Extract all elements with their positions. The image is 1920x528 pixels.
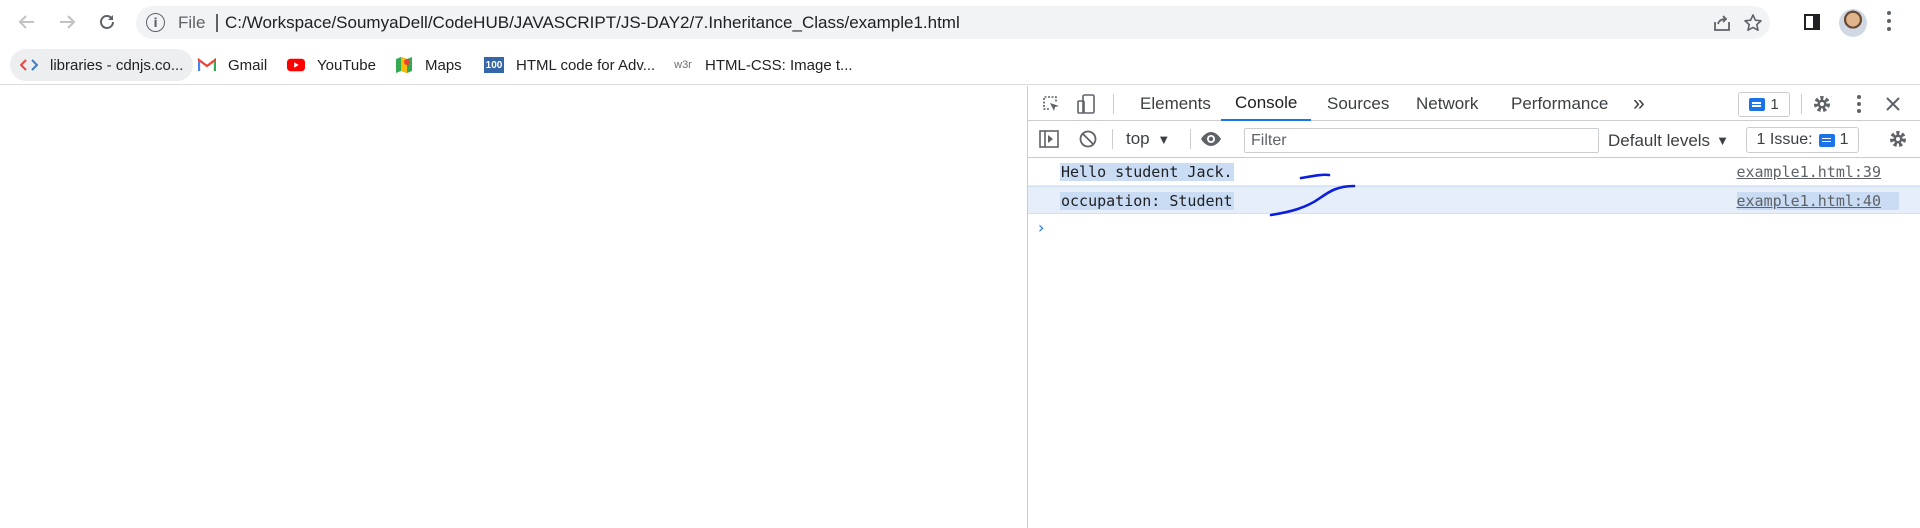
bookmark-gmail[interactable]: Gmail <box>188 49 277 81</box>
log-source-link[interactable]: example1.html:40 <box>1736 192 1899 210</box>
bookmark-label: HTML-CSS: Image t... <box>705 56 853 74</box>
star-icon[interactable] <box>1741 12 1765 34</box>
tab-sources[interactable]: Sources <box>1327 86 1389 121</box>
arrow-right-icon <box>60 15 76 29</box>
clear-console-icon[interactable] <box>1075 126 1101 152</box>
devtools-panel: Elements Console Sources Network Perform… <box>1027 86 1920 528</box>
issues-button[interactable]: 1 Issue: 1 <box>1746 127 1859 153</box>
bookmark-label: Gmail <box>228 56 268 74</box>
bookmark-html-css[interactable]: w3r HTML-CSS: Image t... <box>663 49 863 81</box>
url-text[interactable]: C:/Workspace/SoumyaDell/CodeHUB/JAVASCRI… <box>225 13 960 33</box>
reload-button[interactable] <box>93 8 121 36</box>
gear-icon[interactable] <box>1885 126 1911 152</box>
toolbar-divider <box>1190 129 1191 149</box>
side-panel-icon[interactable] <box>1799 9 1825 35</box>
issues-label: 1 Issue: <box>1756 131 1813 148</box>
reload-icon <box>100 15 114 29</box>
bookmark-html-code[interactable]: 100 HTML code for Adv... <box>474 49 665 81</box>
tab-network[interactable]: Network <box>1416 86 1478 121</box>
eye-icon[interactable] <box>1198 126 1224 152</box>
more-tabs-icon[interactable]: » <box>1633 86 1645 121</box>
filter-input[interactable] <box>1244 128 1599 153</box>
kebab-menu-icon[interactable] <box>1887 11 1891 33</box>
log-source-link[interactable]: example1.html:39 <box>1737 163 1882 181</box>
console-prompt[interactable]: › <box>1028 214 1920 242</box>
message-bubble-icon <box>1818 133 1835 147</box>
bookmark-cdnjs[interactable]: libraries - cdnjs.co... <box>10 49 194 81</box>
arrow-left-icon <box>18 15 34 29</box>
devtools-tab-bar: Elements Console Sources Network Perform… <box>1028 86 1920 121</box>
avatar[interactable] <box>1839 9 1867 37</box>
log-message: occupation: Student <box>1060 192 1234 210</box>
forward-button[interactable] <box>53 8 81 36</box>
youtube-icon <box>287 57 305 73</box>
console-log-row: occupation: Student example1.html:40 <box>1028 186 1920 214</box>
gmail-icon <box>198 57 216 73</box>
context-selector[interactable]: top ▼ <box>1126 129 1170 149</box>
inspect-element-icon[interactable] <box>1038 91 1064 117</box>
bookmark-youtube[interactable]: YouTube <box>277 49 386 81</box>
messages-count: 1 <box>1770 96 1779 113</box>
log-levels-dropdown[interactable]: Default levels ▼ <box>1608 128 1729 153</box>
toolbar-divider <box>1112 129 1113 149</box>
address-bar[interactable]: i File C:/Workspace/SoumyaDell/CodeHUB/J… <box>136 6 1770 39</box>
info-icon[interactable]: i <box>146 13 165 32</box>
bookmark-label: Maps <box>425 56 462 74</box>
caret-down-icon: ▼ <box>1716 133 1729 148</box>
cdnjs-icon <box>20 57 38 73</box>
toolbar-divider <box>1801 94 1802 114</box>
tab-elements[interactable]: Elements <box>1140 86 1211 121</box>
prompt-chevron-icon: › <box>1038 218 1045 237</box>
log-message: Hello student Jack. <box>1060 163 1234 181</box>
bookmarks-bar: libraries - cdnjs.co... Gmail YouTube Ma… <box>0 45 1920 85</box>
close-icon[interactable] <box>1880 91 1906 117</box>
100-icon: 100 <box>484 57 504 73</box>
device-toolbar-icon[interactable] <box>1073 91 1099 117</box>
console-output: Hello student Jack. example1.html:39 occ… <box>1028 158 1920 242</box>
sidebar-toggle-icon[interactable] <box>1036 126 1062 152</box>
log-levels-label: Default levels <box>1608 130 1711 150</box>
share-icon[interactable] <box>1710 12 1734 34</box>
kebab-menu-icon[interactable] <box>1846 91 1872 117</box>
toolbar-divider <box>1113 94 1114 114</box>
tab-console[interactable]: Console <box>1221 86 1312 121</box>
bookmark-label: YouTube <box>317 56 376 74</box>
messages-badge[interactable]: 1 <box>1738 92 1790 117</box>
gear-icon[interactable] <box>1809 91 1835 117</box>
w3r-icon: w3r <box>674 59 692 71</box>
maps-icon <box>395 57 413 73</box>
omnibox-divider <box>216 14 218 32</box>
bookmark-maps[interactable]: Maps <box>385 49 472 81</box>
console-log-row: Hello student Jack. example1.html:39 <box>1028 158 1920 186</box>
console-filter-bar: top ▼ Default levels ▼ 1 Issue: 1 <box>1028 121 1920 158</box>
bookmark-label: HTML code for Adv... <box>516 56 656 74</box>
tab-performance[interactable]: Performance <box>1511 86 1608 121</box>
url-scheme-label: File <box>178 13 206 32</box>
message-bubble-icon <box>1749 98 1766 111</box>
back-button[interactable] <box>13 8 41 36</box>
issues-count: 1 <box>1839 131 1849 148</box>
bookmark-label: libraries - cdnjs.co... <box>50 56 184 74</box>
context-label: top <box>1126 129 1150 148</box>
caret-down-icon: ▼ <box>1157 132 1171 147</box>
browser-toolbar: i File C:/Workspace/SoumyaDell/CodeHUB/J… <box>0 0 1920 45</box>
